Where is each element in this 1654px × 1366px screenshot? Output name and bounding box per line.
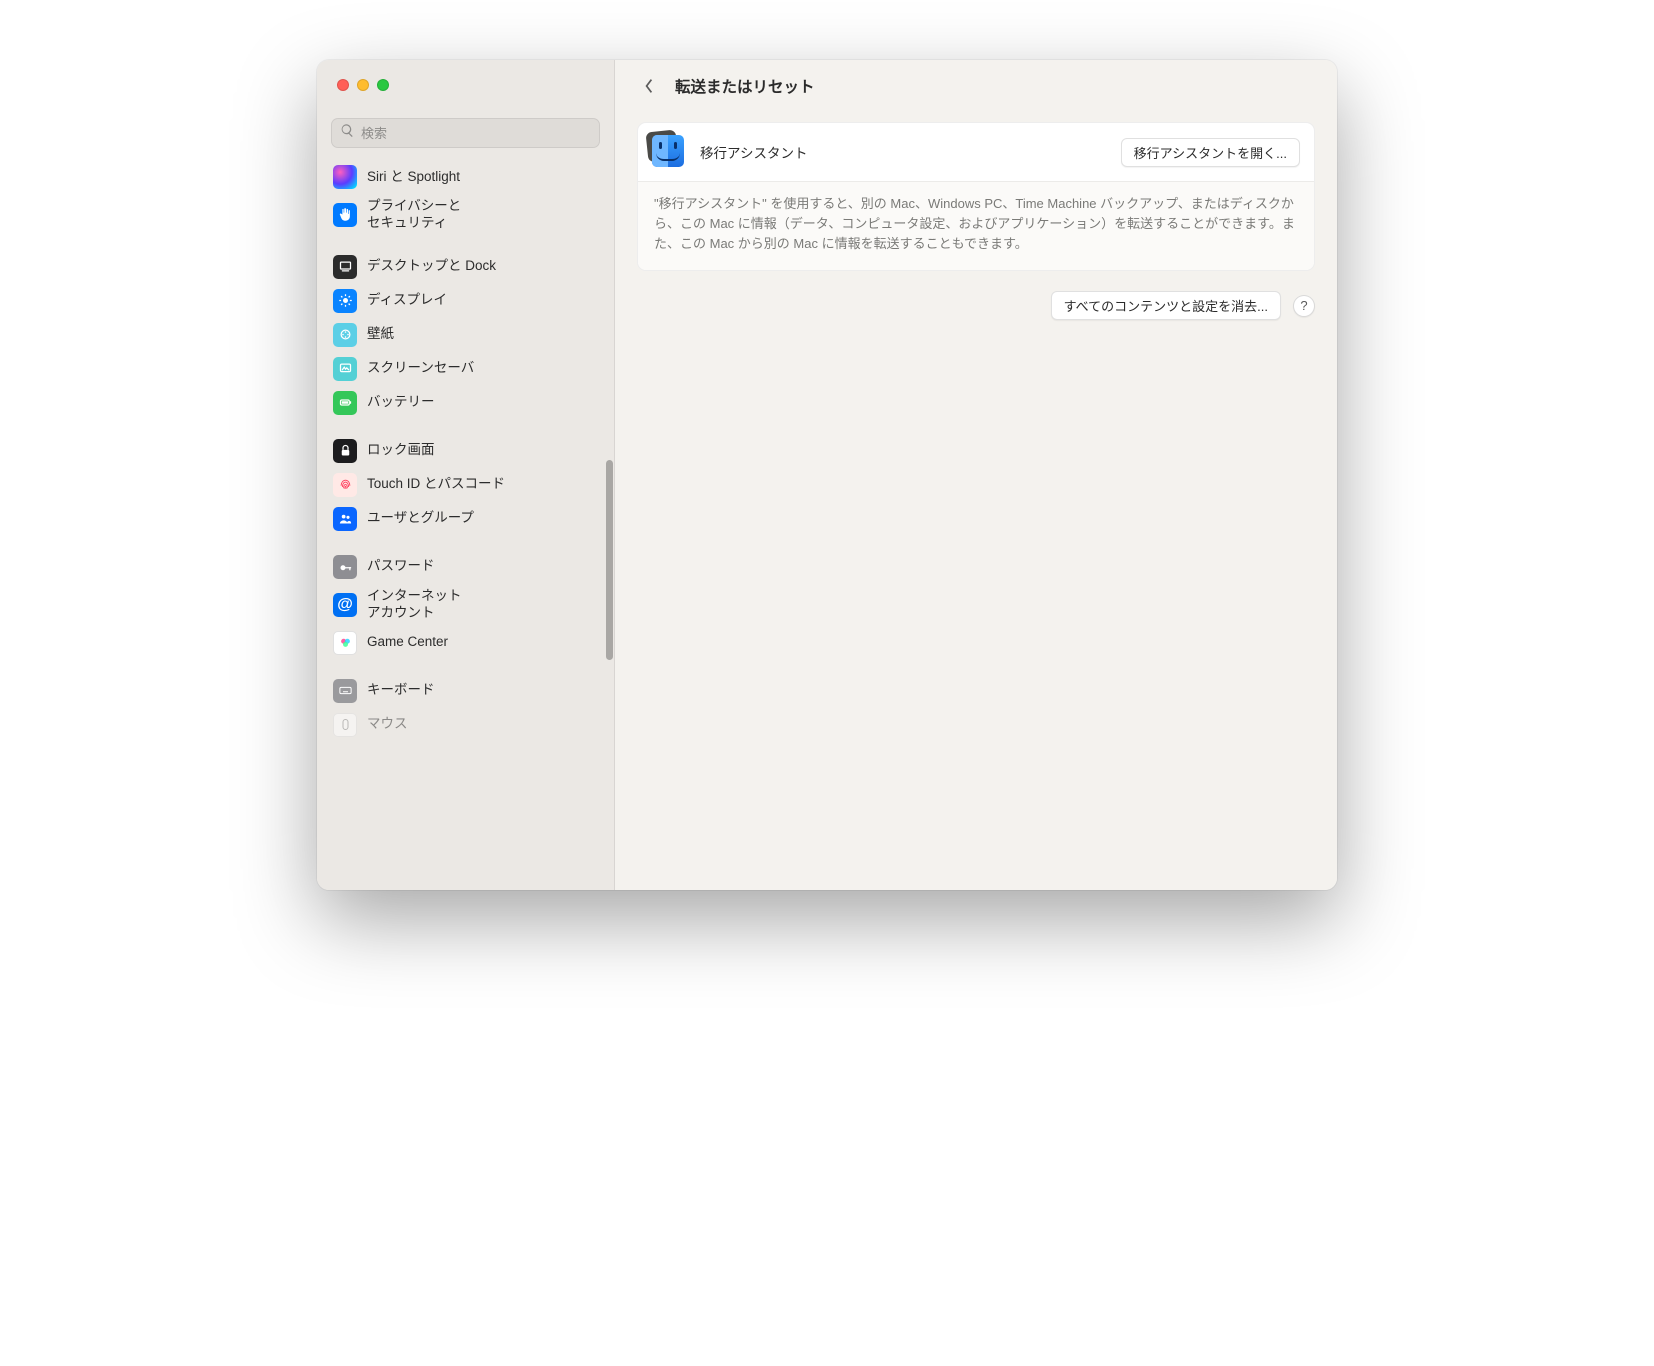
zoom-window-button[interactable] <box>377 79 389 91</box>
migration-title: 移行アシスタント <box>700 142 1109 162</box>
hand-icon <box>333 203 357 227</box>
sidebar-item-label: バッテリー <box>367 394 435 411</box>
close-window-button[interactable] <box>337 79 349 91</box>
sidebar-item-label: ディスプレイ <box>367 292 447 309</box>
siri-icon <box>333 165 357 189</box>
sidebar-scrollbar[interactable] <box>606 460 613 660</box>
sidebar-item-internet-accounts[interactable]: @ インターネット アカウント <box>327 584 604 626</box>
sidebar-item-privacy-security[interactable]: プライバシーと セキュリティ <box>327 194 604 236</box>
sidebar-item-displays[interactable]: ディスプレイ <box>327 284 604 318</box>
sidebar-item-label: プライバシーと セキュリティ <box>367 198 461 232</box>
erase-all-content-button[interactable]: すべてのコンテンツと設定を消去... <box>1051 291 1281 320</box>
sidebar-item-game-center[interactable]: Game Center <box>327 626 604 660</box>
open-migration-assistant-button[interactable]: 移行アシスタントを開く... <box>1121 138 1300 167</box>
header: 転送またはリセット <box>615 60 1337 112</box>
battery-icon <box>333 391 357 415</box>
sidebar-item-label: マウス <box>367 716 408 733</box>
sidebar-item-users-groups[interactable]: ユーザとグループ <box>327 502 604 536</box>
sidebar-item-label: デスクトップと Dock <box>367 258 496 275</box>
sidebar-item-label: パスワード <box>367 558 435 575</box>
sidebar-item-label: 壁紙 <box>367 326 394 343</box>
search-field[interactable] <box>331 118 600 148</box>
users-icon <box>333 507 357 531</box>
migration-description: "移行アシスタント" を使用すると、別の Mac、Windows PC、Time… <box>638 181 1314 270</box>
main-pane: 転送またはリセット 移行アシスタント 移行アシスタントを <box>615 60 1337 890</box>
keyboard-icon <box>333 679 357 703</box>
sidebar: Siri と Spotlight プライバシーと セキュリティ デスクトップと … <box>317 60 615 890</box>
sidebar-item-label: ロック画面 <box>367 442 435 459</box>
sidebar-item-wallpaper[interactable]: 壁紙 <box>327 318 604 352</box>
sidebar-item-keyboard[interactable]: キーボード <box>327 674 604 708</box>
sidebar-item-battery[interactable]: バッテリー <box>327 386 604 420</box>
migration-assistant-icon <box>652 135 688 169</box>
sidebar-item-label: ユーザとグループ <box>367 510 474 527</box>
sidebar-item-screensaver[interactable]: スクリーンセーバ <box>327 352 604 386</box>
migration-card: 移行アシスタント 移行アシスタントを開く... "移行アシスタント" を使用する… <box>637 122 1315 271</box>
wallpaper-icon <box>333 323 357 347</box>
dock-icon <box>333 255 357 279</box>
sidebar-item-lock-screen[interactable]: ロック画面 <box>327 434 604 468</box>
mouse-icon <box>333 713 357 737</box>
window-controls <box>317 60 614 110</box>
settings-window: Siri と Spotlight プライバシーと セキュリティ デスクトップと … <box>317 60 1337 890</box>
gamecenter-icon <box>333 631 357 655</box>
screensaver-icon <box>333 357 357 381</box>
sidebar-item-desktop-dock[interactable]: デスクトップと Dock <box>327 250 604 284</box>
sidebar-item-siri-spotlight[interactable]: Siri と Spotlight <box>327 160 604 194</box>
touchid-icon <box>333 473 357 497</box>
sidebar-item-label: キーボード <box>367 682 435 699</box>
sidebar-nav: Siri と Spotlight プライバシーと セキュリティ デスクトップと … <box>317 160 614 890</box>
lock-icon <box>333 439 357 463</box>
page-title: 転送またはリセット <box>675 75 815 97</box>
minimize-window-button[interactable] <box>357 79 369 91</box>
display-icon <box>333 289 357 313</box>
sidebar-item-mouse[interactable]: マウス <box>327 708 604 742</box>
sidebar-item-label: Game Center <box>367 634 448 651</box>
search-icon <box>340 123 355 143</box>
sidebar-item-touchid[interactable]: Touch ID とパスコード <box>327 468 604 502</box>
sidebar-item-label: スクリーンセーバ <box>367 360 474 377</box>
sidebar-item-label: Siri と Spotlight <box>367 169 460 186</box>
sidebar-item-passwords[interactable]: パスワード <box>327 550 604 584</box>
key-icon <box>333 555 357 579</box>
back-button[interactable] <box>637 72 661 100</box>
sidebar-item-label: Touch ID とパスコード <box>367 476 505 493</box>
help-button[interactable]: ? <box>1293 295 1315 317</box>
at-icon: @ <box>333 593 357 617</box>
search-input[interactable] <box>361 126 591 141</box>
sidebar-item-label: インターネット アカウント <box>367 588 462 622</box>
